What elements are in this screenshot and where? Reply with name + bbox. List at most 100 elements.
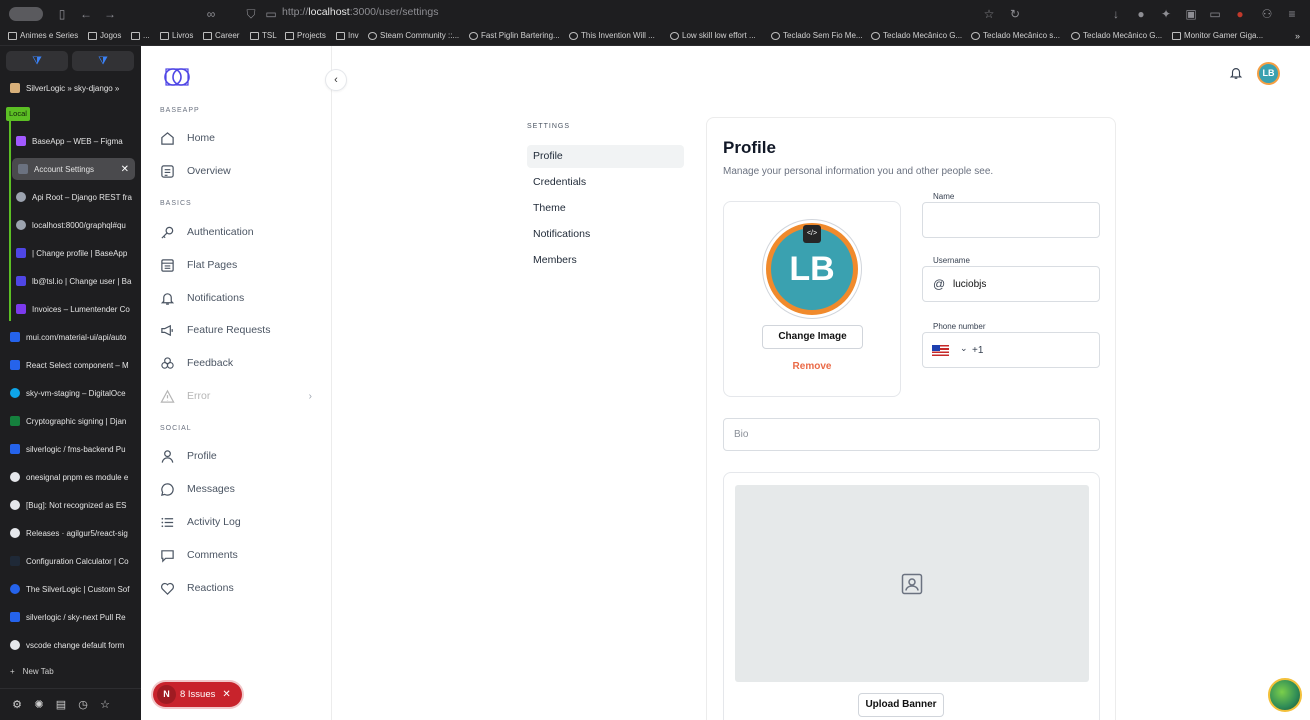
tab-overview-toggle[interactable] <box>9 7 43 21</box>
screen-icon[interactable]: ▭ <box>1207 6 1223 22</box>
tab-item[interactable]: vscode change default form <box>10 634 138 656</box>
bookmark-link[interactable]: Teclado Mecânico s... <box>971 31 1060 40</box>
new-tab-button[interactable]: + New Tab <box>10 667 54 676</box>
bookmark-folder[interactable]: Career <box>203 31 239 40</box>
forward-icon[interactable]: → <box>102 6 118 22</box>
phone-field[interactable]: Phone number ⌄ +1 <box>922 322 1100 368</box>
nav-feature-requests[interactable]: Feature Requests <box>160 318 316 342</box>
bookmark-folder[interactable]: Inv <box>336 31 359 40</box>
bookmark-link[interactable]: Monitor Gamer Giga... <box>1172 31 1263 40</box>
app-logo-icon[interactable] <box>163 63 191 91</box>
tab-item[interactable]: React Select component – M <box>10 354 138 376</box>
pinned-tab[interactable]: ⧩ <box>6 51 68 71</box>
bookmark-link[interactable]: Low skill low effort ... <box>670 31 756 40</box>
remove-image-button[interactable]: Remove <box>724 361 900 372</box>
nav-home[interactable]: Home <box>160 126 316 150</box>
download-icon[interactable]: ↓ <box>1108 6 1124 22</box>
extensions-icon[interactable]: ✦ <box>1158 6 1174 22</box>
bookmark-folder[interactable]: Projects <box>285 31 326 40</box>
back-icon[interactable]: ← <box>78 6 94 22</box>
library-icon[interactable]: ▤ <box>55 699 67 711</box>
tab-item-active[interactable]: Account Settings ✕ <box>12 158 135 180</box>
nav-activity-log[interactable]: Activity Log <box>160 510 316 534</box>
extension-icon[interactable]: ⚇ <box>1259 6 1275 22</box>
bookmark-link[interactable]: Teclado Sem Fio Me... <box>771 31 863 40</box>
favicon-icon <box>10 444 20 454</box>
tab-item[interactable]: Invoices – Lumentender Co <box>16 298 138 320</box>
tab-item[interactable]: sky-vm-staging – DigitalOce <box>10 382 138 404</box>
shield-icon[interactable]: ⛉ <box>243 6 259 22</box>
bookmark-folder[interactable]: Livros <box>160 31 193 40</box>
tab-item[interactable]: Releases · agilgur5/react-sig <box>10 522 138 544</box>
bookmark-link[interactable]: Teclado Mecânico G... <box>1071 31 1162 40</box>
tab-item[interactable]: The SilverLogic | Custom Sof <box>10 578 138 600</box>
bookmark-folder[interactable]: Animes e Series <box>8 31 78 40</box>
name-field[interactable]: Name <box>922 192 1100 238</box>
username-field[interactable]: Username @ luciobjs <box>922 256 1100 302</box>
tab-item[interactable]: Configuration Calculator | Co <box>10 550 138 572</box>
nav-error[interactable]: Error › <box>160 384 316 408</box>
nav-overview[interactable]: Overview <box>160 159 316 183</box>
settings-nav-notifications[interactable]: Notifications <box>527 223 684 246</box>
issues-badge[interactable]: N 8 Issues ✕ <box>153 682 242 707</box>
nav-notifications[interactable]: Notifications <box>160 286 316 310</box>
bookmarks-star-icon[interactable]: ☆ <box>99 699 111 711</box>
sidebar-icon[interactable]: ▯ <box>54 6 70 22</box>
settings-nav-profile[interactable]: Profile <box>527 145 684 168</box>
tab-item[interactable]: lb@tsl.io | Change user | Ba <box>16 270 138 292</box>
tab-group-label[interactable]: Local <box>6 107 30 121</box>
tab-item[interactable]: mui.com/material-ui/api/auto <box>10 326 138 348</box>
bookmark-star-icon[interactable]: ☆ <box>981 6 997 22</box>
tab-item[interactable]: silverlogic / sky-next Pull Re <box>10 606 138 628</box>
settings-nav-members[interactable]: Members <box>527 249 684 272</box>
url-bar[interactable]: http://localhost:3000/user/settings <box>282 6 438 18</box>
tab-item[interactable]: Api Root – Django REST fra <box>16 186 138 208</box>
pinned-tab[interactable]: ⧩ <box>72 51 134 71</box>
history-clock-icon[interactable]: ◷ <box>77 699 89 711</box>
tab-item[interactable]: silverlogic / fms-backend Pu <box>10 438 138 460</box>
bookmark-folder[interactable]: Jogos <box>88 31 121 40</box>
account-icon[interactable]: ● <box>1133 6 1149 22</box>
nav-feedback[interactable]: Feedback <box>160 351 316 375</box>
container-icon[interactable]: ▣ <box>1183 6 1199 22</box>
collapse-sidebar-button[interactable]: ‹ <box>325 69 347 91</box>
private-mask-icon[interactable]: ∞ <box>203 6 219 22</box>
notifications-bell-icon[interactable] <box>1229 65 1243 81</box>
close-icon[interactable]: ✕ <box>222 689 230 700</box>
bookmark-link[interactable]: Fast Piglin Bartering... <box>469 31 560 40</box>
tab-item[interactable]: BaseApp – WEB – Figma <box>16 130 138 152</box>
nav-reactions[interactable]: Reactions <box>160 576 316 600</box>
bookmark-link[interactable]: This Invention Will ... <box>569 31 655 40</box>
tab-item[interactable]: [Bug]: Not recognized as ES <box>10 494 138 516</box>
nav-comments[interactable]: Comments <box>160 543 316 567</box>
tab-item[interactable]: onesignal pnpm es module e <box>10 466 138 488</box>
bio-field[interactable]: Bio <box>723 418 1100 451</box>
ublock-icon[interactable]: ● <box>1232 6 1248 22</box>
upload-banner-button[interactable]: Upload Banner <box>858 693 944 717</box>
user-avatar[interactable]: LB <box>1257 62 1280 85</box>
menu-icon[interactable]: ≡ <box>1284 6 1300 22</box>
floating-avatar[interactable] <box>1268 678 1302 712</box>
nav-flat-pages[interactable]: Flat Pages <box>160 253 316 277</box>
settings-nav-credentials[interactable]: Credentials <box>527 171 684 194</box>
us-flag-icon[interactable] <box>932 345 949 356</box>
tab-item[interactable]: SilverLogic » sky-django » <box>10 77 138 99</box>
nav-profile[interactable]: Profile <box>160 444 316 468</box>
tab-item[interactable]: localhost:8000/graphql#qu <box>16 214 138 236</box>
settings-nav-theme[interactable]: Theme <box>527 197 684 220</box>
change-image-button[interactable]: Change Image <box>762 325 863 349</box>
bookmark-link[interactable]: Steam Community ::... <box>368 31 459 40</box>
close-tab-icon[interactable]: ✕ <box>121 164 129 175</box>
settings-gear-icon[interactable]: ⚙ <box>11 699 23 711</box>
bookmark-folder[interactable]: ... <box>131 31 150 40</box>
tab-item[interactable]: Cryptographic signing | Djan <box>10 410 138 432</box>
nav-messages[interactable]: Messages <box>160 477 316 501</box>
bookmark-link[interactable]: Teclado Mecânico G... <box>871 31 962 40</box>
more-bookmarks-icon[interactable]: » <box>1295 31 1300 41</box>
reload-icon[interactable]: ↻ <box>1007 6 1023 22</box>
tab-item[interactable]: | Change profile | BaseApp <box>16 242 138 264</box>
bookmark-folder[interactable]: TSL <box>250 31 277 40</box>
extensions-icon[interactable]: ✺ <box>33 699 45 711</box>
nav-authentication[interactable]: Authentication <box>160 220 316 244</box>
chevron-down-icon[interactable]: ⌄ <box>960 343 968 354</box>
